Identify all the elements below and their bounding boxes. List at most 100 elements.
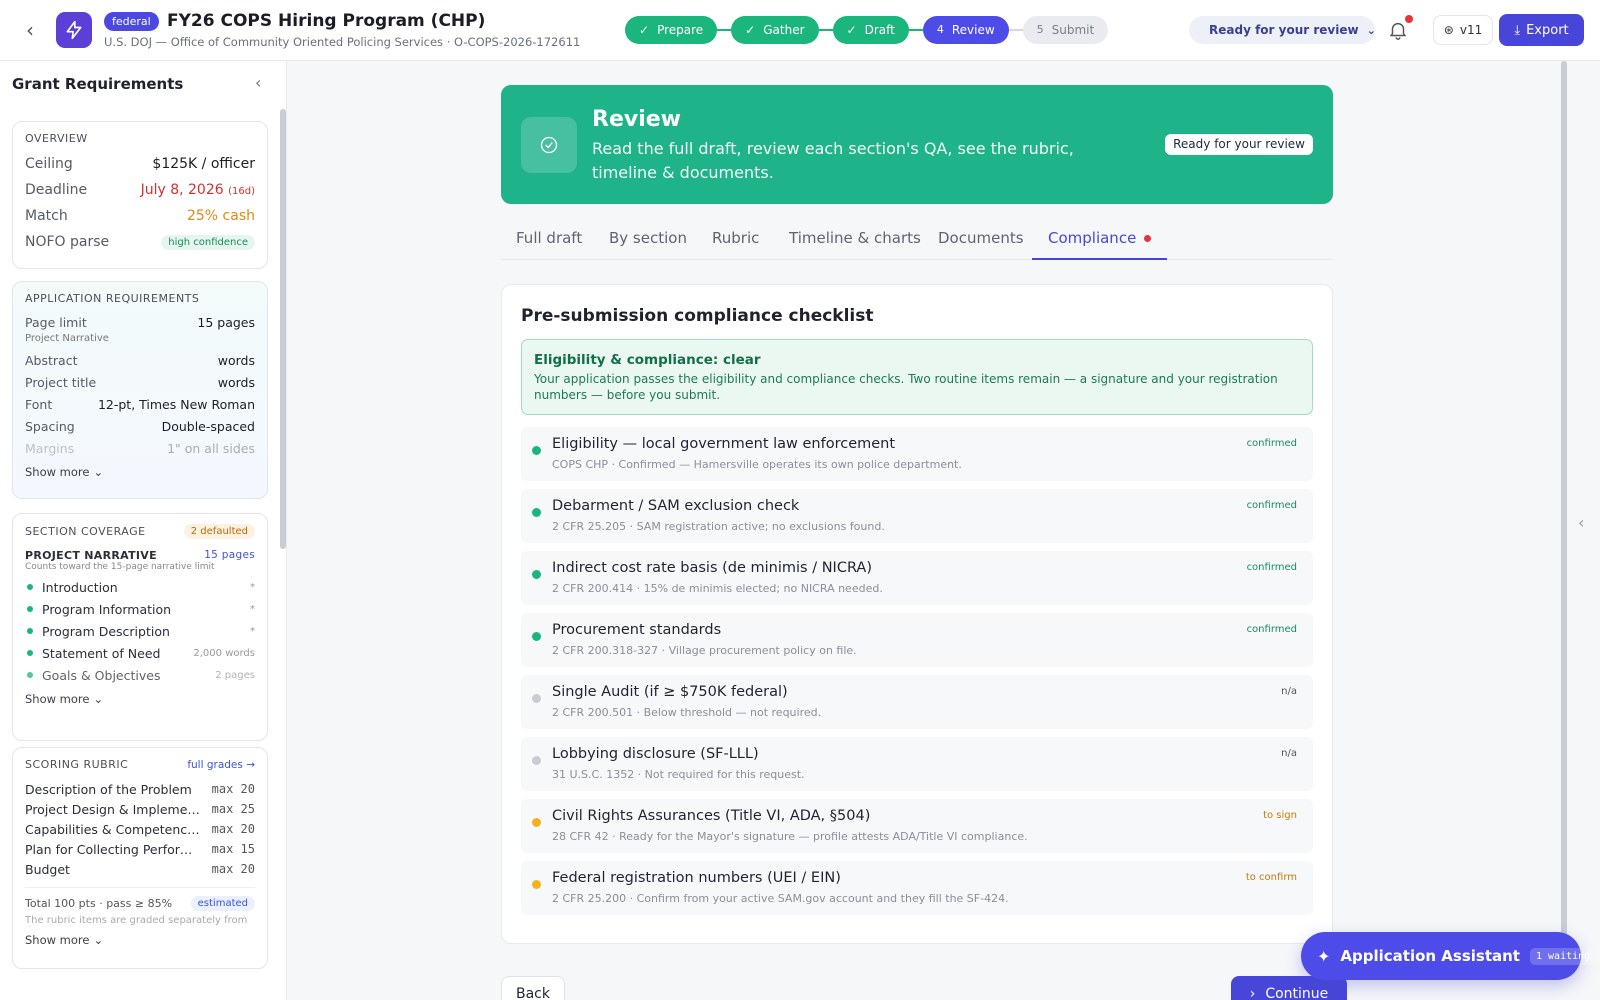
check-icon: ✓	[745, 23, 756, 37]
collapse-sidebar-icon[interactable]: ‹	[255, 73, 261, 92]
history-icon: ⊛	[1443, 23, 1454, 37]
application-assistant-button[interactable]: ✦ Application Assistant 1 waiting	[1301, 932, 1597, 980]
chevron-down-icon: ⌄	[93, 692, 104, 706]
status-dot	[27, 672, 33, 678]
status-dot	[532, 632, 541, 641]
req-row-abstract: Abstract words	[25, 352, 255, 368]
status-dot	[532, 818, 541, 827]
show-more-button[interactable]: Show more ⌄	[25, 465, 255, 479]
compliance-clear-notice: Eligibility & compliance: clear Your app…	[521, 339, 1313, 415]
overview-card: Overview Ceiling $125K / officer Deadline…	[12, 121, 268, 269]
review-tabs: Full draft By section Rubric Timeline & …	[501, 217, 1333, 260]
status-badge: n/a	[1281, 686, 1297, 697]
overview-row-ceiling: Ceiling $125K / officer	[25, 156, 255, 172]
tab-by-section[interactable]: By section	[609, 217, 687, 260]
status-dot	[532, 880, 541, 889]
step-connector	[818, 29, 833, 31]
step-draft[interactable]: ✓ Draft	[832, 16, 909, 44]
tab-rubric[interactable]: Rubric	[712, 217, 759, 260]
narrative-group-header: PROJECT NARRATIVE 15 pages	[25, 549, 255, 562]
section-coverage-card: Section coverage 2 defaulted PROJECT NAR…	[12, 513, 268, 741]
tab-timeline-charts[interactable]: Timeline & charts	[789, 217, 921, 260]
version-button[interactable]: ⊛ v11	[1433, 15, 1493, 45]
grant-requirements-sidebar: Grant Requirements ‹ Overview Ceiling $12…	[0, 61, 287, 1000]
step-gather[interactable]: ✓ Gather	[731, 16, 819, 44]
status-badge: confirmed	[1246, 500, 1297, 511]
compliance-checklist-panel: Pre-submission compliance checklist Elig…	[501, 284, 1333, 944]
step-prepare[interactable]: ✓ Prepare	[625, 16, 718, 44]
banner-description: Read the full draft, review each section…	[592, 139, 1074, 182]
coverage-item[interactable]: Goals & Objectives 2 pages	[25, 664, 255, 686]
rubric-total: Total 100 pts · pass ≥ 85% estimated	[25, 887, 255, 911]
req-row-font: Font 12-pt, Times New Roman	[25, 396, 255, 412]
checklist-item[interactable]: Procurement standards 2 CFR 200.318-327 …	[521, 613, 1313, 667]
status-badge: confirmed	[1246, 624, 1297, 635]
show-more-button[interactable]: Show more ⌄	[25, 933, 255, 947]
tab-compliance[interactable]: Compliance	[1032, 217, 1168, 260]
checklist-item[interactable]: Single Audit (if ≥ $750K federal) 2 CFR …	[521, 675, 1313, 729]
notification-dot	[1405, 15, 1413, 23]
coverage-item[interactable]: Program Information *	[25, 598, 255, 620]
tab-full-draft[interactable]: Full draft	[516, 217, 582, 260]
rubric-row: Project Design & Implementationmax 25	[25, 801, 255, 817]
full-grades-link[interactable]: full grades →	[187, 759, 255, 771]
download-icon: ⤓	[1514, 22, 1521, 38]
confidence-badge: high confidence	[161, 234, 255, 250]
req-row-title: Project title words	[25, 374, 255, 390]
federal-tag: federal	[104, 12, 159, 31]
req-row-narrative: Project Narrative	[25, 333, 109, 344]
clear-title: Eligibility & compliance: clear	[534, 352, 761, 368]
status-dot	[532, 570, 541, 579]
top-header: ‹ federal FY26 COPS Hiring Program (CHP)…	[0, 0, 1600, 61]
step-review[interactable]: 4 Review	[922, 16, 1009, 44]
check-circle-icon	[521, 117, 577, 173]
checklist-item[interactable]: Indirect cost rate basis (de minimis / N…	[521, 551, 1313, 605]
chevron-down-icon: ⌄	[93, 933, 104, 947]
export-button[interactable]: ⤓ Export	[1499, 14, 1584, 46]
checklist-item[interactable]: Federal registration numbers (UEI / EIN)…	[521, 861, 1313, 915]
step-submit[interactable]: 5 Submit	[1022, 16, 1109, 44]
narrative-group-note: Counts toward the 15-page narrative limi…	[25, 562, 215, 572]
app-logo-icon	[56, 12, 92, 48]
rubric-note: The rubric items are graded separately f…	[25, 915, 248, 927]
step-connector	[717, 29, 732, 31]
status-badge: confirmed	[1246, 438, 1297, 449]
program-title: FY26 COPS Hiring Program (CHP)	[167, 11, 486, 31]
overview-row-deadline: Deadline July 8, 2026 (16d)	[25, 182, 255, 198]
defaulted-badge: 2 defaulted	[183, 524, 255, 539]
step-connector	[908, 29, 923, 31]
back-arrow-icon[interactable]: ‹	[18, 18, 42, 42]
sidebar-title: Grant Requirements	[12, 75, 184, 93]
check-icon: ✓	[846, 23, 857, 37]
banner-status-pill: Ready for your review	[1165, 134, 1313, 155]
chevron-right-icon: ›	[1249, 986, 1256, 1000]
estimated-badge: estimated	[190, 896, 255, 911]
coverage-item[interactable]: Program Description *	[25, 620, 255, 642]
checklist-item[interactable]: Lobbying disclosure (SF-LLL) 31 U.S.C. 1…	[521, 737, 1313, 791]
show-more-button[interactable]: Show more ⌄	[25, 692, 255, 706]
req-row-margins: Margins 1" on all sides	[25, 440, 255, 456]
rubric-row: Budget max 20	[25, 861, 255, 877]
coverage-item[interactable]: Introduction *	[25, 576, 255, 598]
rubric-row: Capabilities & Competencies max 20	[25, 821, 255, 837]
scoring-rubric-card: Scoring rubric full grades → Description…	[12, 747, 268, 969]
coverage-item[interactable]: Statement of Need 2,000 words	[25, 642, 255, 664]
checklist-item[interactable]: Eligibility — local government law enfor…	[521, 427, 1313, 481]
back-button[interactable]: Back	[501, 976, 565, 1000]
chevron-down-icon: ⌄	[1366, 23, 1376, 37]
program-subtitle: U.S. DOJ — Office of Community Oriented …	[104, 35, 581, 49]
checklist-item[interactable]: Civil Rights Assurances (Title VI, ADA, …	[521, 799, 1313, 853]
expand-right-panel-icon[interactable]: ‹	[1578, 513, 1584, 532]
app-req-heading: Application requirements	[25, 292, 200, 305]
clear-text: Your application passes the eligibility …	[534, 372, 1278, 402]
status-badge: n/a	[1281, 748, 1297, 759]
checklist-item[interactable]: Debarment / SAM exclusion check 2 CFR 25…	[521, 489, 1313, 543]
banner-title: Review	[592, 107, 681, 132]
tab-documents[interactable]: Documents	[938, 217, 1024, 260]
main-scrollbar[interactable]	[1561, 61, 1567, 941]
sparkle-icon: ✦	[1317, 946, 1331, 966]
alert-dot	[1144, 235, 1152, 242]
review-status-dropdown[interactable]: Ready for your review ⌄	[1189, 16, 1376, 44]
sidebar-scrollbar[interactable]	[280, 109, 286, 549]
overview-heading: Overview	[25, 132, 88, 145]
